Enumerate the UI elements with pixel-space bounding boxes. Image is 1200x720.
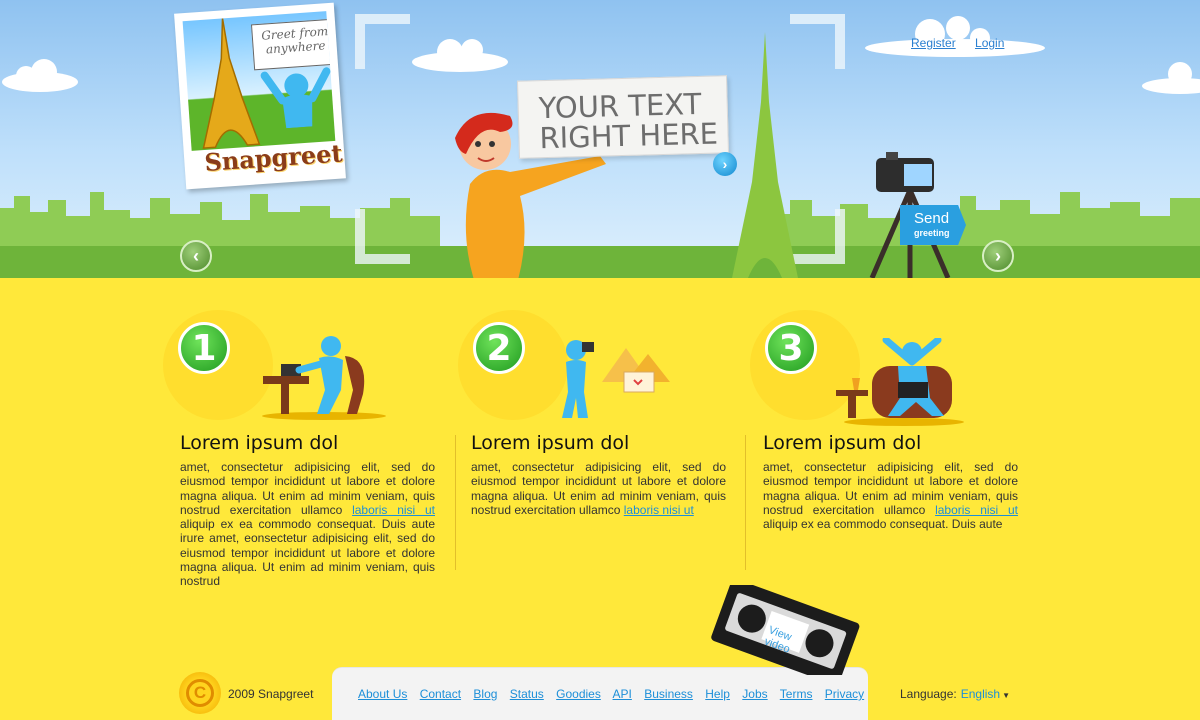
step-text: aliquip ex ea commodo consequat. Duis au… (763, 517, 1003, 532)
language-label: Language: (900, 687, 957, 701)
step-title: Lorem ipsum dol (180, 432, 339, 454)
language-selector: Language: English ▼ (900, 687, 1010, 701)
next-slide-button[interactable]: › (982, 240, 1014, 272)
step-number-badge: 1 (178, 322, 230, 374)
footer-link-api[interactable]: API (613, 687, 632, 701)
chevron-right-icon: › (995, 245, 1001, 266)
footer-link-jobs[interactable]: Jobs (742, 687, 767, 701)
figure-in-armchair-icon (836, 338, 964, 426)
greeting-text-line: RIGHT HERE (539, 116, 719, 156)
send-label: Send (914, 210, 950, 227)
footer-links: About Us Contact Blog Status Goodies API… (358, 687, 873, 701)
send-greeting-button[interactable]: Send greeting (900, 205, 966, 245)
step-number-badge: 2 (473, 322, 525, 374)
copyright-text: 2009 Snapgreet (228, 687, 314, 701)
step-description: amet, consectetur adipisicing elit, sed … (180, 460, 435, 589)
prev-slide-button[interactable]: ‹ (180, 240, 212, 272)
step-link[interactable]: laboris nisi ut (935, 503, 1018, 517)
copyright-symbol: C (186, 679, 214, 707)
figure-at-desk-icon (262, 336, 386, 420)
caret-down-icon[interactable]: ▼ (1002, 691, 1010, 700)
step-title: Lorem ipsum dol (763, 432, 922, 454)
register-link[interactable]: Register (911, 36, 956, 50)
step-title: Lorem ipsum dol (471, 432, 630, 454)
footer-link-business[interactable]: Business (644, 687, 693, 701)
send-sublabel: greeting (914, 228, 950, 238)
footer-link-blog[interactable]: Blog (473, 687, 497, 701)
footer-link-help[interactable]: Help (705, 687, 730, 701)
footer-link-terms[interactable]: Terms (780, 687, 813, 701)
figure-icon (260, 67, 331, 129)
footer-link-status[interactable]: Status (510, 687, 544, 701)
language-dropdown[interactable]: English (961, 687, 1000, 701)
chevron-left-icon: ‹ (193, 245, 199, 266)
cloud-icon (865, 16, 1045, 57)
logo[interactable]: Greet from anywhere Snapgreet (174, 2, 346, 190)
arrow-right-icon: › (722, 156, 728, 172)
footer-link-about-us[interactable]: About Us (358, 687, 407, 701)
eiffel-tower-icon (732, 32, 798, 278)
login-link[interactable]: Login (975, 36, 1004, 50)
cloud-icon (1142, 62, 1200, 94)
step-description: amet, consectetur adipisicing elit, sed … (471, 460, 726, 517)
copyright-icon: C (179, 672, 221, 714)
auth-links: Register Login (911, 36, 1020, 50)
step-number-badge: 3 (765, 322, 817, 374)
column-divider (745, 435, 746, 570)
step-link[interactable]: laboris nisi ut (624, 503, 694, 517)
figure-photographing-pyramids-icon (562, 340, 670, 418)
submit-text-button[interactable]: › (713, 152, 737, 176)
footer-link-goodies[interactable]: Goodies (556, 687, 601, 701)
step-description: amet, consectetur adipisicing elit, sed … (763, 460, 1018, 531)
hero-banner: Greet from anywhere Snapgreet YOUR TEXT … (0, 0, 1200, 278)
cloud-icon (2, 59, 78, 92)
greeting-text-box[interactable]: YOUR TEXT RIGHT HERE (517, 75, 729, 159)
step-link[interactable]: laboris nisi ut (352, 503, 435, 517)
footer-link-contact[interactable]: Contact (420, 687, 461, 701)
step-text: aliquip ex ea commodo consequat. Duis au… (180, 517, 435, 589)
footer-link-privacy[interactable]: Privacy (825, 687, 864, 701)
column-divider (455, 435, 456, 570)
